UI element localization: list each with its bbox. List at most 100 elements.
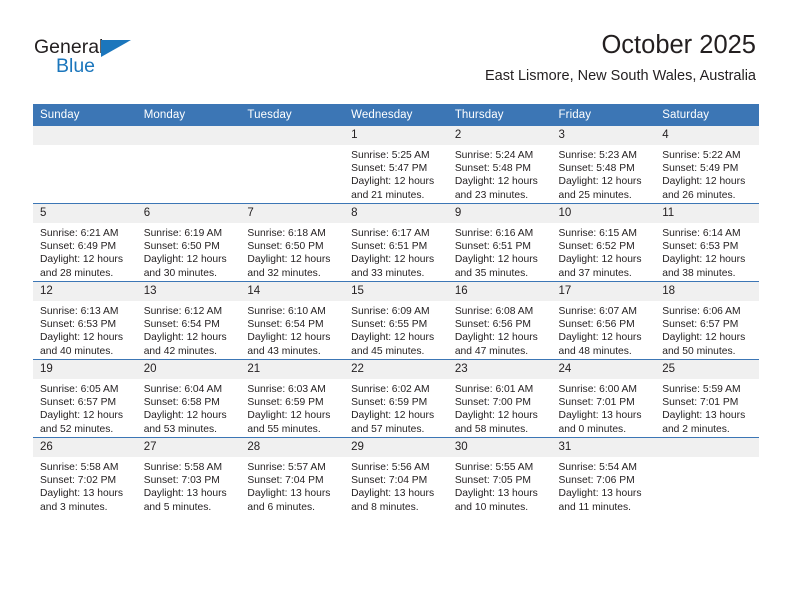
day-details: Sunrise: 6:07 AM Sunset: 6:56 PM Daylight:… [552,301,656,358]
generalblue-logo: General Blue [34,36,184,82]
daylight-text-line2: and 55 minutes. [247,423,321,435]
calendar-day-cell[interactable]: 20 Sunrise: 6:04 AM Sunset: 6:58 PM Dayligh… [136,359,241,438]
calendar-day-cell[interactable]: 6 Sunrise: 6:19 AM Sunset: 6:50 PM Daylight… [136,203,241,282]
daylight-text-line2: and 52 minutes. [40,423,114,435]
sunset-text: Sunset: 7:05 PM [454,475,531,487]
daylight-text-line1: Daylight: 12 hours [351,332,435,344]
daylight-text-line1: Daylight: 13 hours [454,488,538,500]
calendar-day-cell[interactable]: 15 Sunrise: 6:09 AM Sunset: 6:55 PM Dayligh… [344,281,448,360]
title-block: October 2025 East Lismore, New South Wal… [485,30,756,85]
calendar-day-cell[interactable]: 27 Sunrise: 5:58 AM Sunset: 7:03 PM Dayligh… [136,437,241,515]
daylight-text-line1: Daylight: 12 hours [247,332,331,344]
calendar-day-cell[interactable]: 12 Sunrise: 6:13 AM Sunset: 6:53 PM Dayligh… [33,281,137,360]
day-details: Sunrise: 6:05 AM Sunset: 6:57 PM Daylight:… [33,379,137,436]
calendar-day-cell[interactable]: 29 Sunrise: 5:56 AM Sunset: 7:04 PM Dayligh… [344,437,448,515]
daylight-text-line2: and 26 minutes. [662,189,736,201]
calendar-day-cell[interactable]: 16 Sunrise: 6:08 AM Sunset: 6:56 PM Dayligh… [447,281,552,360]
day-number: 1 [344,126,448,145]
sunrise-text: Sunrise: 6:07 AM [558,306,637,317]
day-details: Sunrise: 6:21 AM Sunset: 6:49 PM Daylight:… [33,223,137,280]
daylight-text-line2: and 57 minutes. [351,423,425,435]
sunrise-text: Sunrise: 6:14 AM [662,228,741,239]
calendar-day-cell[interactable]: 9 Sunrise: 6:16 AM Sunset: 6:51 PM Daylight… [447,203,552,282]
sunrise-text: Sunrise: 5:55 AM [454,462,534,473]
day-number [655,438,759,457]
sunset-text: Sunset: 6:59 PM [247,397,324,409]
daylight-text-line1: Daylight: 13 hours [40,488,123,500]
calendar-day-cell[interactable]: 25 Sunrise: 5:59 AM Sunset: 7:01 PM Dayligh… [655,359,759,438]
day-number: 31 [551,438,656,457]
sunset-text: Sunset: 7:00 PM [454,397,531,409]
sunset-text: Sunset: 7:04 PM [247,475,324,487]
daylight-text-line1: Daylight: 12 hours [351,176,435,188]
weekday-header-saturday: Saturday [655,104,759,126]
calendar-day-cell[interactable]: 28 Sunrise: 5:57 AM Sunset: 7:04 PM Dayligh… [240,437,345,515]
daylight-text-line1: Daylight: 12 hours [143,410,227,422]
day-number: 26 [33,438,137,457]
calendar-day-cell[interactable]: 26 Sunrise: 5:58 AM Sunset: 7:02 PM Dayligh… [33,437,137,515]
sunset-text: Sunset: 5:48 PM [558,163,635,175]
daylight-text-line1: Daylight: 12 hours [454,410,538,422]
daylight-text-line2: and 40 minutes. [40,345,114,357]
day-number: 19 [33,360,137,379]
calendar-week-row: 26 Sunrise: 5:58 AM Sunset: 7:02 PM Dayligh… [33,437,759,515]
sunrise-text: Sunrise: 6:02 AM [351,384,430,395]
calendar-day-cell[interactable]: 4 Sunrise: 5:22 AM Sunset: 5:49 PM Daylight… [655,126,759,204]
calendar-day-cell[interactable]: 18 Sunrise: 6:06 AM Sunset: 6:57 PM Dayligh… [655,281,759,360]
daylight-text-line1: Daylight: 13 hours [558,488,642,500]
sunrise-text: Sunrise: 6:12 AM [143,306,223,317]
sunset-text: Sunset: 7:04 PM [351,475,428,487]
daylight-text-line1: Daylight: 12 hours [247,254,331,266]
day-number: 20 [136,360,241,379]
calendar-day-cell[interactable]: 21 Sunrise: 6:03 AM Sunset: 6:59 PM Dayligh… [240,359,345,438]
day-number: 5 [33,204,137,223]
daylight-text-line2: and 48 minutes. [558,345,632,357]
daylight-text-line2: and 2 minutes. [662,423,730,435]
calendar-day-cell[interactable]: 7 Sunrise: 6:18 AM Sunset: 6:50 PM Daylight… [240,203,345,282]
sunrise-text: Sunrise: 5:22 AM [662,150,741,161]
calendar-day-cell[interactable]: 3 Sunrise: 5:23 AM Sunset: 5:48 PM Daylight… [551,126,656,204]
daylight-text-line1: Daylight: 12 hours [662,332,746,344]
calendar-day-cell[interactable]: 2 Sunrise: 5:24 AM Sunset: 5:48 PM Daylight… [447,126,552,204]
calendar-day-cell-empty [240,126,345,204]
calendar-day-cell[interactable]: 24 Sunrise: 6:00 AM Sunset: 7:01 PM Dayligh… [551,359,656,438]
calendar-day-cell[interactable]: 8 Sunrise: 6:17 AM Sunset: 6:51 PM Daylight… [344,203,448,282]
daylight-text-line1: Daylight: 13 hours [351,488,435,500]
sunset-text: Sunset: 7:02 PM [40,475,117,487]
calendar-day-cell[interactable]: 10 Sunrise: 6:15 AM Sunset: 6:52 PM Dayligh… [551,203,656,282]
calendar-day-cell[interactable]: 11 Sunrise: 6:14 AM Sunset: 6:53 PM Dayligh… [655,203,759,282]
daylight-text-line2: and 8 minutes. [351,501,419,513]
day-number: 4 [655,126,759,145]
day-number: 27 [136,438,241,457]
daylight-text-line2: and 6 minutes. [247,501,315,513]
daylight-text-line1: Daylight: 12 hours [143,332,227,344]
calendar-day-cell[interactable]: 22 Sunrise: 6:02 AM Sunset: 6:59 PM Dayligh… [344,359,448,438]
daylight-text-line2: and 3 minutes. [40,501,108,513]
daylight-text-line2: and 43 minutes. [247,345,321,357]
sunset-text: Sunset: 6:59 PM [351,397,428,409]
calendar-day-cell[interactable]: 23 Sunrise: 6:01 AM Sunset: 7:00 PM Dayligh… [447,359,552,438]
day-details: Sunrise: 6:04 AM Sunset: 6:58 PM Daylight:… [137,379,241,436]
calendar-day-cell[interactable]: 31 Sunrise: 5:54 AM Sunset: 7:06 PM Dayligh… [551,437,656,515]
day-number: 17 [551,282,656,301]
calendar-day-cell[interactable]: 30 Sunrise: 5:55 AM Sunset: 7:05 PM Dayligh… [447,437,552,515]
calendar-day-cell[interactable]: 17 Sunrise: 6:07 AM Sunset: 6:56 PM Dayligh… [551,281,656,360]
calendar-day-cell[interactable]: 1 Sunrise: 5:25 AM Sunset: 5:47 PM Daylight… [344,126,448,204]
calendar-day-cell[interactable]: 13 Sunrise: 6:12 AM Sunset: 6:54 PM Dayligh… [136,281,241,360]
day-details: Sunrise: 6:13 AM Sunset: 6:53 PM Daylight:… [33,301,137,358]
sunset-text: Sunset: 7:06 PM [558,475,635,487]
day-details: Sunrise: 5:25 AM Sunset: 5:47 PM Daylight:… [344,145,448,202]
daylight-text-line2: and 37 minutes. [558,267,632,279]
day-number: 22 [344,360,448,379]
sunset-text: Sunset: 6:54 PM [247,319,324,331]
day-details: Sunrise: 5:54 AM Sunset: 7:06 PM Daylight:… [552,457,656,514]
day-number: 11 [655,204,759,223]
calendar-week-row: 19 Sunrise: 6:05 AM Sunset: 6:57 PM Dayligh… [33,359,759,438]
day-details: Sunrise: 6:12 AM Sunset: 6:54 PM Daylight:… [137,301,241,358]
day-number: 10 [551,204,656,223]
day-number: 8 [344,204,448,223]
sunrise-text: Sunrise: 6:03 AM [247,384,326,395]
calendar-day-cell[interactable]: 19 Sunrise: 6:05 AM Sunset: 6:57 PM Dayligh… [33,359,137,438]
calendar-day-cell[interactable]: 5 Sunrise: 6:21 AM Sunset: 6:49 PM Daylight… [33,203,137,282]
calendar-day-cell[interactable]: 14 Sunrise: 6:10 AM Sunset: 6:54 PM Dayligh… [240,281,345,360]
